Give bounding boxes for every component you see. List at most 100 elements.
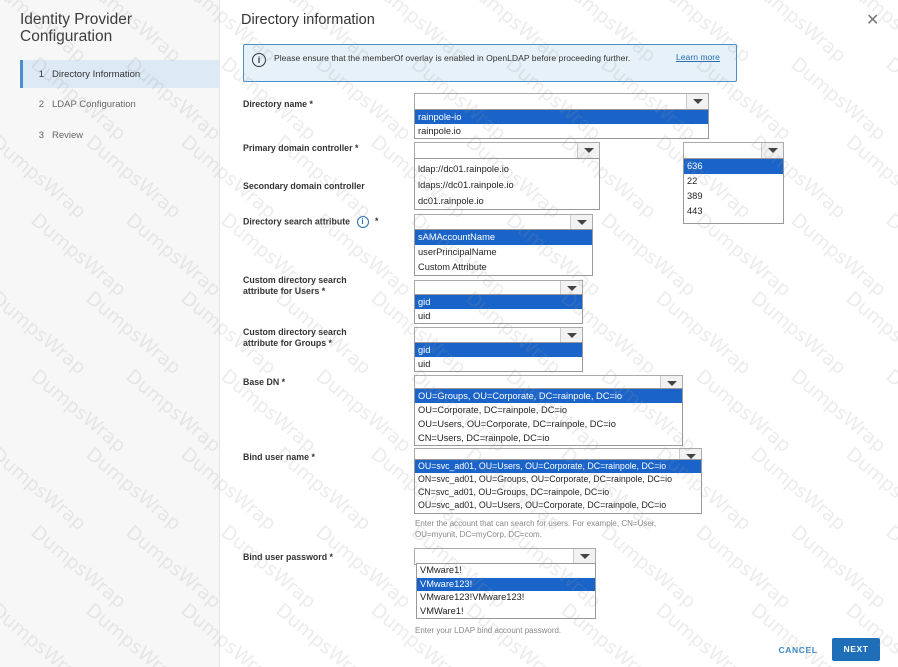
- info-icon[interactable]: i: [356, 216, 369, 228]
- custom-groups-options: gid uid: [414, 342, 583, 372]
- watermark-text: DumpsWrap: [786, 209, 891, 301]
- port-select[interactable]: [683, 142, 784, 159]
- custom-groups-label: Custom directory search attribute for Gr…: [243, 327, 347, 348]
- watermark-text: DumpsWrap: [786, 53, 891, 145]
- watermark-text: DumpsWrap: [841, 443, 898, 535]
- option[interactable]: Custom Attribute: [415, 260, 592, 275]
- watermark-text: DumpsWrap: [786, 365, 891, 457]
- primary-dc-select[interactable]: [414, 142, 600, 159]
- bind-user-hint: Enter the account that can search for us…: [415, 519, 657, 539]
- search-attribute-label-text: Directory search attribute: [243, 216, 351, 227]
- chevron-down-icon[interactable]: [686, 94, 708, 109]
- chevron-down-icon[interactable]: [577, 143, 599, 158]
- watermark-text: DumpsWrap: [311, 365, 416, 457]
- watermark-text: DumpsWrap: [746, 287, 851, 379]
- directory-name-options: rainpole-io rainpole.io: [414, 109, 709, 139]
- bind-user-label: Bind user name *: [243, 452, 315, 462]
- step-number: 3: [38, 129, 44, 141]
- info-banner: i Please ensure that the memberOf overla…: [243, 44, 737, 82]
- watermark-text: DumpsWrap: [881, 365, 898, 457]
- option[interactable]: VMware123!: [417, 577, 595, 591]
- sidebar-title: Identity Provider Configuration: [20, 11, 132, 45]
- step-ldap-configuration[interactable]: 2 LDAP Configuration: [20, 90, 220, 118]
- search-attribute-label: Directory search attribute i *: [243, 216, 378, 228]
- secondary-dc-options: ldap://dc01.rainpole.io ldaps://dc01.rai…: [414, 158, 600, 210]
- option[interactable]: gid: [415, 343, 582, 357]
- chevron-down-icon[interactable]: [560, 328, 582, 343]
- watermark-text: DumpsWrap: [881, 209, 898, 301]
- custom-users-label: Custom directory search attribute for Us…: [243, 275, 347, 296]
- watermark-text: DumpsWrap: [311, 521, 416, 613]
- watermark-text: DumpsWrap: [841, 131, 898, 223]
- page-title: Directory information: [241, 12, 375, 28]
- option[interactable]: VMware1!: [417, 564, 595, 578]
- step-label: Directory Information: [52, 68, 141, 80]
- option[interactable]: sAMAccountName: [415, 230, 592, 245]
- info-text: Please ensure that the memberOf overlay …: [274, 53, 631, 63]
- option[interactable]: ldap://dc01.rainpole.io: [415, 161, 599, 177]
- option[interactable]: userPrincipalName: [415, 245, 592, 260]
- watermark-text: DumpsWrap: [786, 521, 891, 613]
- directory-name-label: Directory name *: [243, 99, 313, 109]
- watermark-text: DumpsWrap: [746, 0, 851, 67]
- primary-dc-label: Primary domain controller *: [243, 143, 359, 153]
- cancel-button[interactable]: CANCEL: [770, 640, 826, 660]
- option[interactable]: 443: [684, 204, 783, 219]
- option[interactable]: CN=svc_ad01, OU=Groups, DC=rainpole, DC=…: [415, 486, 701, 499]
- learn-more-link[interactable]: Learn more: [676, 52, 720, 62]
- option[interactable]: uid: [415, 357, 582, 371]
- option[interactable]: rainpole-io: [415, 110, 708, 124]
- port-options: 636 22 389 443: [683, 158, 784, 224]
- base-dn-label: Base DN *: [243, 377, 286, 387]
- sidebar: Identity Provider Configuration 1 Direct…: [0, 0, 220, 667]
- option[interactable]: 389: [684, 189, 783, 204]
- option[interactable]: uid: [415, 309, 582, 323]
- bind-user-options: OU=svc_ad01, OU=Users, OU=Corporate, DC=…: [414, 459, 702, 514]
- watermark-text: DumpsWrap: [216, 521, 321, 613]
- option[interactable]: rainpole.io: [415, 124, 708, 138]
- close-icon[interactable]: ✕: [866, 10, 879, 30]
- search-attribute-options: sAMAccountName userPrincipalName Custom …: [414, 229, 593, 276]
- secondary-dc-label: Secondary domain controller: [243, 181, 365, 191]
- watermark-text: DumpsWrap: [691, 365, 796, 457]
- step-label: Review: [52, 129, 84, 141]
- chevron-down-icon[interactable]: [573, 549, 595, 564]
- watermark-text: DumpsWrap: [746, 443, 851, 535]
- step-number: 2: [38, 98, 44, 110]
- option[interactable]: 636: [684, 159, 783, 174]
- option[interactable]: VMWare1!: [417, 605, 595, 619]
- option[interactable]: OU=svc_ad01, OU=Users, OU=Corporate, DC=…: [415, 460, 701, 473]
- bind-password-hint: Enter your LDAP bind account password.: [415, 626, 562, 635]
- watermark-text: DumpsWrap: [651, 287, 756, 379]
- option[interactable]: gid: [415, 295, 582, 309]
- step-number: 1: [38, 68, 44, 80]
- option[interactable]: OU=svc_ad01, OU=Users, OU=Corporate, DC=…: [415, 499, 701, 512]
- watermark-text: DumpsWrap: [881, 521, 898, 613]
- watermark-text: DumpsWrap: [651, 599, 756, 667]
- option[interactable]: OU=Users, OU=Corporate, DC=rainpole, DC=…: [415, 417, 682, 431]
- option[interactable]: 22: [684, 174, 783, 189]
- bind-password-options: VMware1! VMware123! VMware123!VMware123!…: [416, 563, 596, 619]
- custom-users-options: gid uid: [414, 294, 583, 324]
- next-button[interactable]: NEXT: [832, 638, 880, 661]
- base-dn-options: OU=Groups, OU=Corporate, DC=rainpole, DC…: [414, 388, 683, 446]
- watermark-text: DumpsWrap: [691, 521, 796, 613]
- option[interactable]: OU=Groups, OU=Corporate, DC=rainpole, DC…: [415, 389, 682, 403]
- step-review[interactable]: 3 Review: [20, 121, 220, 149]
- option[interactable]: CN=Users, DC=rainpole, DC=io: [415, 431, 682, 445]
- option[interactable]: OU=Corporate, DC=rainpole, DC=io: [415, 403, 682, 417]
- chevron-down-icon[interactable]: [570, 215, 592, 230]
- watermark-text: DumpsWrap: [881, 53, 898, 145]
- option[interactable]: dc01.rainpole.io: [415, 193, 599, 209]
- option[interactable]: ldaps://dc01.rainpole.io: [415, 177, 599, 193]
- option[interactable]: VMware123!VMware123!: [417, 591, 595, 605]
- step-directory-information[interactable]: 1 Directory Information: [20, 60, 220, 88]
- option[interactable]: ON=svc_ad01, OU=Groups, OU=Corporate, DC…: [415, 473, 701, 486]
- bind-password-label: Bind user password *: [243, 552, 333, 562]
- chevron-down-icon[interactable]: [761, 143, 783, 158]
- info-icon: i: [252, 53, 266, 67]
- step-label: LDAP Configuration: [52, 98, 136, 110]
- directory-name-select[interactable]: [414, 93, 709, 110]
- watermark-text: DumpsWrap: [841, 287, 898, 379]
- required-mark: *: [374, 216, 379, 227]
